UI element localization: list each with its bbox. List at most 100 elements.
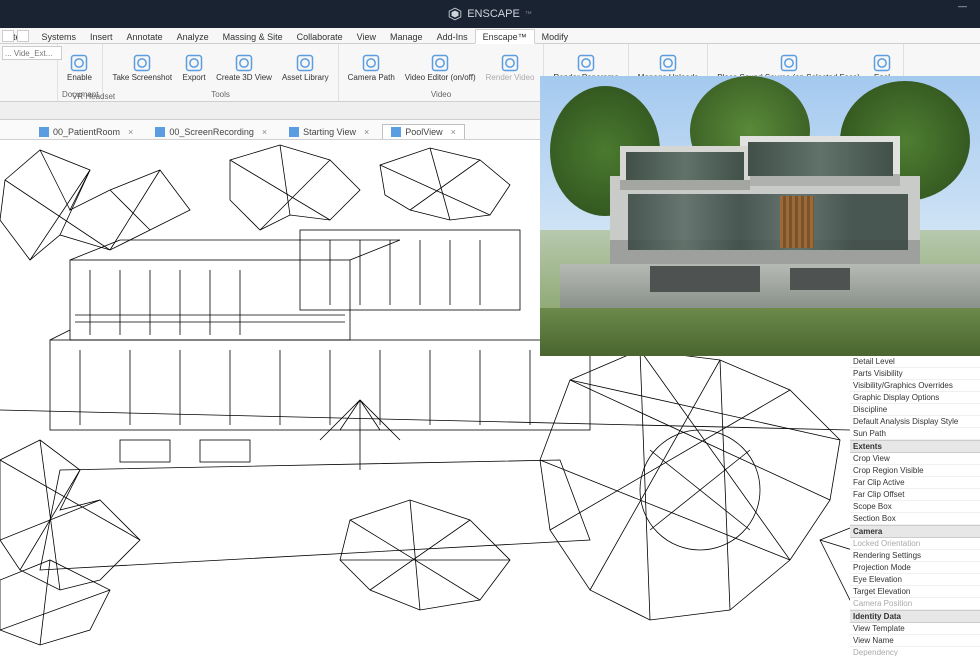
render-furniture — [650, 266, 760, 292]
ribbon-tab[interactable]: Analyze — [170, 30, 216, 43]
ribbon-icon — [184, 53, 204, 73]
title-bar: ENSCAPE ™ — — [0, 0, 980, 28]
properties-row: Dependency — [850, 647, 980, 656]
properties-row: Locked Orientation — [850, 538, 980, 550]
render-building — [610, 136, 920, 266]
ribbon-icon — [430, 53, 450, 73]
ribbon-button-label: Export — [183, 74, 206, 82]
properties-row[interactable]: Scope Box — [850, 501, 980, 513]
brand-text: ENSCAPE — [467, 8, 520, 20]
ribbon-icon — [779, 53, 799, 73]
ribbon-button-label: Asset Library — [282, 74, 329, 82]
document-tab-label: 00_PatientRoom — [53, 127, 120, 137]
ribbon-icon — [576, 53, 596, 73]
ribbon-icon — [132, 53, 152, 73]
ribbon-icon — [872, 53, 892, 73]
ribbon-button-label: Take Screenshot — [112, 74, 172, 82]
render-grass — [540, 308, 980, 356]
properties-row[interactable]: Far Clip Offset — [850, 489, 980, 501]
properties-row[interactable]: Rendering Settings — [850, 550, 980, 562]
ribbon-group-label — [4, 99, 53, 100]
close-icon[interactable]: × — [451, 127, 456, 137]
ribbon-tab[interactable]: View — [350, 30, 383, 43]
properties-category: Identity Data — [850, 610, 980, 623]
properties-row: Camera Position — [850, 598, 980, 610]
ribbon-icon — [295, 53, 315, 73]
ribbon-button[interactable]: Asset Library — [277, 52, 334, 83]
ribbon-icon — [69, 53, 89, 73]
ribbon-group-label: Video — [343, 90, 540, 100]
ribbon-button-label: Create 3D View — [216, 74, 272, 82]
document-tab-label: PoolView — [405, 127, 442, 137]
ribbon-icon — [361, 53, 381, 73]
ribbon-icon — [658, 53, 678, 73]
ribbon-button[interactable]: Export — [177, 52, 211, 83]
ribbon-tab[interactable]: Enscape™ — [475, 29, 535, 44]
properties-row[interactable]: Projection Mode — [850, 562, 980, 574]
ribbon-button-label: Video Editor (on/off) — [405, 74, 476, 82]
document-tab[interactable]: 00_PatientRoom × — [30, 124, 142, 139]
ribbon-button-label: Camera Path — [348, 74, 395, 82]
render-furniture — [790, 268, 850, 290]
close-icon[interactable]: × — [128, 127, 133, 137]
properties-row[interactable]: Parts Visibility — [850, 368, 980, 380]
document-tab[interactable]: PoolView × — [382, 124, 465, 139]
properties-row[interactable]: Sun Path — [850, 428, 980, 440]
document-tab[interactable]: 00_ScreenRecording × — [146, 124, 276, 139]
view-icon — [391, 127, 401, 137]
view-icon — [39, 127, 49, 137]
close-icon[interactable]: × — [364, 127, 369, 137]
document-tab[interactable]: Starting View × — [280, 124, 378, 139]
ribbon-button[interactable]: Video Editor (on/off) — [400, 52, 481, 83]
qat-button[interactable] — [2, 30, 14, 42]
enscape-logo-icon — [448, 7, 462, 21]
properties-row[interactable]: Crop Region Visible — [850, 465, 980, 477]
render-preview-window[interactable] — [540, 76, 980, 356]
quick-access-toolbar — [2, 30, 29, 42]
brand-logo: ENSCAPE ™ — [448, 7, 532, 21]
ribbon-button-label: Enable — [67, 74, 92, 82]
properties-row[interactable]: View Name — [850, 635, 980, 647]
viewport[interactable]: Detail LevelParts VisibilityVisibility/G… — [0, 140, 980, 650]
ribbon-tab[interactable]: Annotate — [120, 30, 170, 43]
view-icon — [289, 127, 299, 137]
ribbon-button[interactable]: Camera Path — [343, 52, 400, 83]
properties-category: Extents — [850, 440, 980, 453]
ribbon-button[interactable]: Create 3D View — [211, 52, 277, 83]
ribbon-tab[interactable]: Systems — [35, 30, 84, 43]
properties-panel: Detail LevelParts VisibilityVisibility/G… — [850, 356, 980, 656]
close-icon[interactable]: × — [262, 127, 267, 137]
ribbon-tab[interactable]: Insert — [83, 30, 120, 43]
ribbon-tab[interactable]: Collaborate — [290, 30, 350, 43]
ribbon-button: Render Video — [481, 52, 540, 83]
properties-row[interactable]: Target Elevation — [850, 586, 980, 598]
properties-row[interactable]: View Template — [850, 623, 980, 635]
ribbon-tab-strip: SteelSystemsInsertAnnotateAnalyzeMassing… — [0, 28, 980, 44]
properties-row[interactable]: Far Clip Active — [850, 477, 980, 489]
ribbon-tab[interactable]: Add-Ins — [430, 30, 475, 43]
properties-row[interactable]: Detail Level — [850, 356, 980, 368]
qat-button[interactable] — [17, 30, 29, 42]
ribbon-icon — [500, 53, 520, 73]
properties-row[interactable]: Section Box — [850, 513, 980, 525]
properties-row[interactable]: Default Analysis Display Style — [850, 416, 980, 428]
view-icon — [155, 127, 165, 137]
properties-row[interactable]: Crop View — [850, 453, 980, 465]
properties-row[interactable]: Visibility/Graphics Overrides — [850, 380, 980, 392]
brand-tm: ™ — [525, 11, 532, 18]
properties-row[interactable]: Graphic Display Options — [850, 392, 980, 404]
properties-row[interactable]: Discipline — [850, 404, 980, 416]
ribbon-icon — [234, 53, 254, 73]
ribbon-tab[interactable]: Modify — [535, 30, 576, 43]
document-tab-label: 00_ScreenRecording — [169, 127, 254, 137]
ribbon-tab[interactable]: Manage — [383, 30, 430, 43]
type-selector-dropdown[interactable]: ... Vide_Ext... — [2, 46, 62, 60]
window-controls[interactable]: — — [958, 1, 974, 11]
ribbon-button[interactable]: Enable — [62, 52, 97, 83]
ribbon-sublabel-vr: VR Headset — [72, 92, 115, 101]
properties-row[interactable]: Eye Elevation — [850, 574, 980, 586]
ribbon-button[interactable]: Take Screenshot — [107, 52, 177, 83]
document-tab-label: Starting View — [303, 127, 356, 137]
ribbon-tab[interactable]: Massing & Site — [216, 30, 290, 43]
ribbon-group-label: Tools — [107, 90, 333, 100]
